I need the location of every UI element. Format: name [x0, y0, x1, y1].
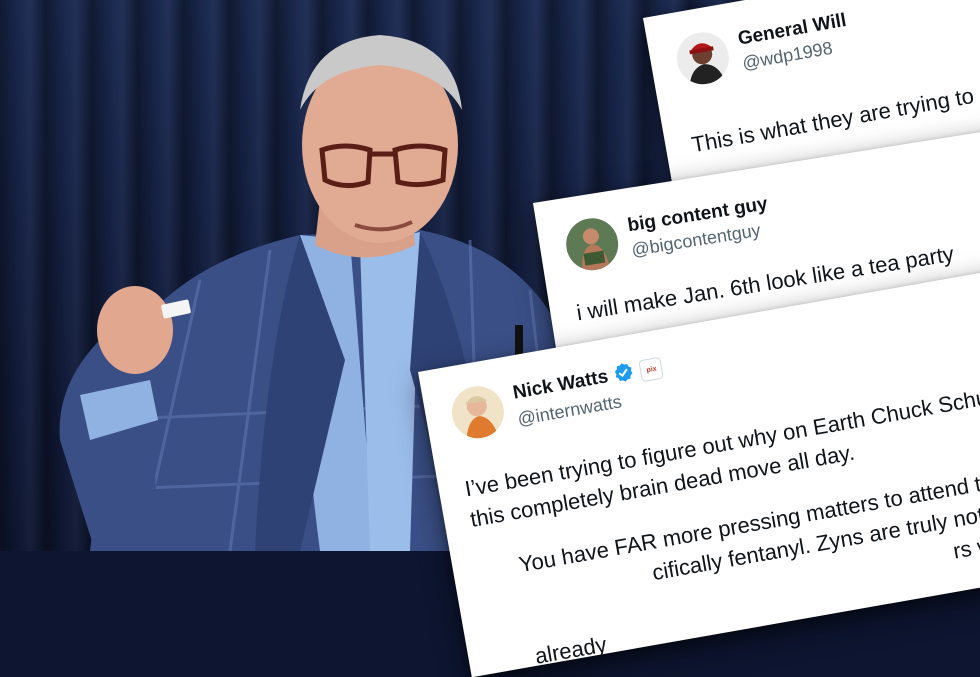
avatar-image-icon	[672, 28, 734, 89]
avatar-image-icon	[447, 382, 509, 443]
tweet-header: General Will @wdp1998	[672, 7, 853, 89]
tweet-header: big content guy @bigcontentguy	[562, 190, 773, 274]
avatar	[672, 28, 734, 89]
avatar	[447, 382, 509, 443]
avatar	[562, 214, 622, 274]
affiliate-badge-icon: pix	[638, 356, 665, 383]
verified-badge-icon	[612, 360, 636, 388]
tweet-header: Nick Watts pix @internwatts	[447, 354, 669, 443]
avatar-image-icon	[562, 214, 622, 274]
